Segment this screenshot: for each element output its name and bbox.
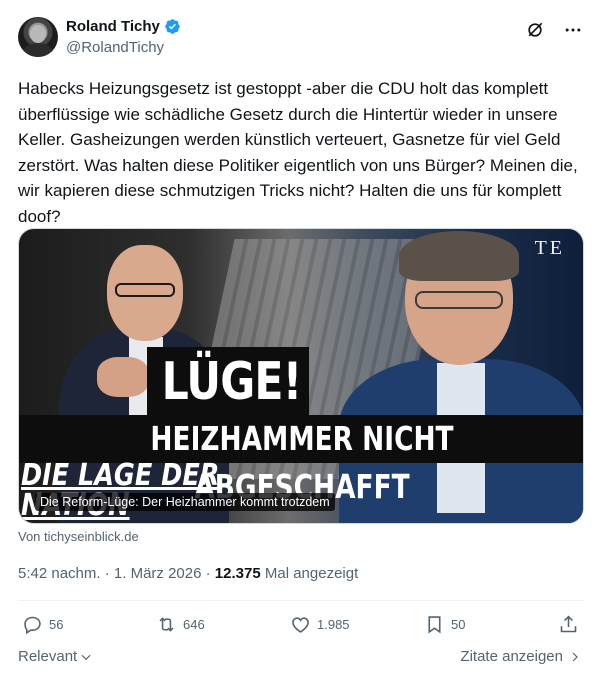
chevron-right-icon xyxy=(572,652,578,661)
media-logo: TE xyxy=(534,237,565,259)
media-big-word: LÜGE! xyxy=(161,352,303,412)
tweet-meta: 5:42 nachm. · 1. März 2026 · 12.375 Mal … xyxy=(18,565,358,582)
share-icon xyxy=(560,615,577,633)
reply-count: 56 xyxy=(49,617,64,632)
like-count: 1.985 xyxy=(317,617,350,632)
avatar-face xyxy=(30,25,46,43)
like-button[interactable]: 1.985 xyxy=(290,614,350,635)
views-count: 12.375 xyxy=(214,565,261,582)
media-subline: DIE LAGE DER NATION xyxy=(21,458,220,521)
view-quotes-link[interactable]: Zitate anzeigen xyxy=(460,648,581,665)
reply-button[interactable]: 56 xyxy=(22,614,63,635)
author-handle[interactable]: @RolandTichy xyxy=(66,39,164,56)
sort-replies-dropdown[interactable]: Relevant xyxy=(18,648,93,665)
media-card[interactable]: TE LÜGE! HEIZHAMMER NICHT ABGESCHAFFT DI… xyxy=(18,228,584,524)
bookmark-count: 50 xyxy=(451,617,466,632)
header-actions xyxy=(525,20,583,40)
like-icon xyxy=(292,617,309,633)
repost-count: 646 xyxy=(183,617,205,632)
link-source[interactable]: Von tichyseinblick.de xyxy=(18,529,139,544)
author-display-name[interactable]: Roland Tichy xyxy=(66,18,160,35)
more-icon[interactable] xyxy=(563,20,583,40)
sort-label: Relevant xyxy=(18,648,78,665)
meta-separator-2: · xyxy=(205,565,211,582)
repost-button[interactable]: 646 xyxy=(156,614,205,635)
tweet-detail: Roland Tichy @RolandTichy Habecks Heizun… xyxy=(0,0,605,683)
media-caption: Die Reform-Lüge: Der Heizhammer kommt tr… xyxy=(35,493,335,511)
views-label: Mal angezeigt xyxy=(264,565,359,582)
verified-badge-icon[interactable] xyxy=(164,18,181,35)
grok-icon[interactable] xyxy=(525,20,545,40)
bookmark-icon xyxy=(428,616,441,634)
tweet-text: Habecks Heizungsgesetz ist gestoppt -abe… xyxy=(18,79,578,226)
reply-icon xyxy=(24,616,41,635)
tweet-time[interactable]: 5:42 nachm. xyxy=(18,565,101,582)
bookmark-button[interactable]: 50 xyxy=(424,614,465,635)
avatar[interactable] xyxy=(18,17,58,57)
media-person-left-hand xyxy=(97,357,149,397)
action-bar: 56 646 1.985 50 xyxy=(18,614,588,636)
share-button[interactable] xyxy=(558,614,579,635)
divider-top xyxy=(18,600,584,601)
meta-separator: · xyxy=(104,565,110,582)
avatar-body xyxy=(23,43,53,57)
media-person-right-hair xyxy=(399,231,519,281)
quotes-label: Zitate anzeigen xyxy=(460,648,563,665)
chevron-down-icon xyxy=(81,654,91,660)
author-name-row: Roland Tichy xyxy=(66,18,181,35)
media-person-left-glasses xyxy=(115,283,175,297)
tweet-date[interactable]: 1. März 2026 xyxy=(114,565,202,582)
media-headline: HEIZHAMMER NICHT ABGESCHAFFT xyxy=(150,419,454,506)
repost-icon xyxy=(159,617,174,632)
media-person-right-glasses xyxy=(415,291,503,309)
